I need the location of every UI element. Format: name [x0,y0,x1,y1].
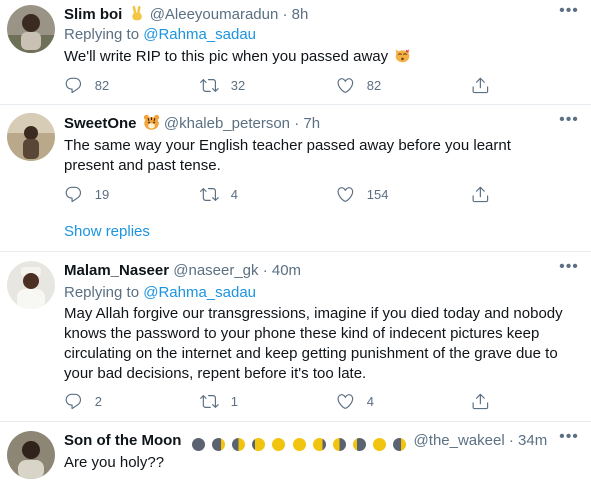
avatar[interactable] [7,261,55,309]
avatar[interactable] [7,113,55,161]
handle[interactable]: @the_wakeel [414,432,505,449]
reply-button[interactable]: 2 [64,389,102,413]
moon-icon [232,437,245,451]
retweet-count: 32 [230,77,246,93]
share-button[interactable] [471,389,490,413]
share-button[interactable] [471,182,490,206]
reply-button[interactable]: 82 [64,73,109,97]
replying-to: Replying to @Rahma_sadau [64,25,256,45]
tweet-text-body: We'll write RIP to this pic when you pas… [64,48,389,65]
like-icon [337,77,354,93]
reply-count: 2 [94,393,102,409]
moon-icon [191,437,205,451]
more-icon[interactable]: ••• [557,112,581,134]
tweet-text: The same way your English teacher passed… [64,137,511,174]
retweet-button[interactable]: 1 [200,389,238,413]
tiger-emoji [143,114,159,130]
avatar[interactable] [7,5,55,53]
tweet-actions: 82 32 82 [64,73,504,97]
reply-count: 19 [94,186,110,202]
moon-icon [252,437,266,451]
tweet-son-of-the-moon[interactable]: Son of the Moon @the_wakeel · 34m ••• Ar… [0,422,591,485]
like-icon [337,393,354,409]
display-name[interactable]: Malam_Naseer [64,262,169,279]
victory-hand-emoji [131,5,142,21]
display-name[interactable]: Slim boi [64,6,122,23]
like-count: 154 [366,186,389,202]
moon-icon [211,437,225,451]
like-button[interactable]: 4 [336,389,374,413]
kissing-cat-emoji [396,49,410,63]
tweet-malam-naseer[interactable]: Malam_Naseer @naseer_gk · 40m ••• Replyi… [0,252,591,422]
retweet-icon [200,394,219,408]
more-icon[interactable]: ••• [557,429,581,451]
moon-icon [373,437,387,451]
retweet-icon [200,78,219,92]
tweet-actions: 2 1 4 [64,389,504,413]
moon-icon [332,437,346,451]
timestamp[interactable]: 7h [303,115,320,132]
more-icon[interactable]: ••• [557,3,581,25]
share-icon [472,77,489,93]
moon-icon [353,437,367,451]
moon-icon [312,437,326,451]
retweet-count: 4 [230,186,238,202]
retweet-icon [200,187,219,201]
like-count: 82 [366,77,382,93]
timestamp[interactable]: 40m [272,262,301,279]
like-button[interactable]: 82 [336,73,381,97]
avatar[interactable] [7,431,55,479]
like-icon [337,186,354,202]
like-count: 4 [366,393,374,409]
moon-phase-emoji [191,434,410,454]
reply-icon [65,186,82,202]
separator-dot: · [262,262,268,279]
moon-icon [393,437,407,451]
retweet-button[interactable]: 32 [200,73,245,97]
separator-dot: · [294,115,300,132]
replying-to: Replying to @Rahma_sadau [64,283,256,303]
replying-prefix: Replying to [64,26,144,43]
timestamp[interactable]: 8h [292,6,309,23]
mention-link[interactable]: @Rahma_sadau [143,284,256,301]
reply-icon [65,77,82,93]
handle[interactable]: @khaleb_peterson [164,115,290,132]
more-icon[interactable]: ••• [557,259,581,281]
mention-link[interactable]: @Rahma_sadau [143,26,256,43]
separator-dot: · [282,6,288,23]
tweet-slim-boi[interactable]: Slim boi @Aleeyoumaradun · 8h ••• Replyi… [0,0,591,104]
retweet-button[interactable]: 4 [200,182,238,206]
handle[interactable]: @naseer_gk [173,262,258,279]
separator-dot: · [508,432,514,449]
display-name[interactable]: SweetOne [64,115,137,132]
tweet-text: Are you holy?? [64,454,165,471]
share-button[interactable] [471,73,490,97]
replying-prefix: Replying to [64,284,144,301]
reply-count: 82 [94,77,110,93]
share-icon [472,186,489,202]
moon-icon [272,437,286,451]
handle[interactable]: @Aleeyoumaradun [150,6,279,23]
tweet-text: We'll write RIP to this pic when you pas… [64,47,576,67]
reply-icon [65,393,82,409]
display-name[interactable]: Son of the Moon [64,432,181,449]
tweet-actions: 19 4 154 [64,182,504,206]
timestamp[interactable]: 34m [518,432,547,449]
tweet-text: May Allah forgive our transgressions, im… [64,305,563,382]
share-icon [472,393,489,409]
retweet-count: 1 [230,393,238,409]
show-replies-link[interactable]: Show replies [64,222,150,242]
moon-icon [292,437,306,451]
like-button[interactable]: 154 [336,182,388,206]
reply-button[interactable]: 19 [64,182,109,206]
